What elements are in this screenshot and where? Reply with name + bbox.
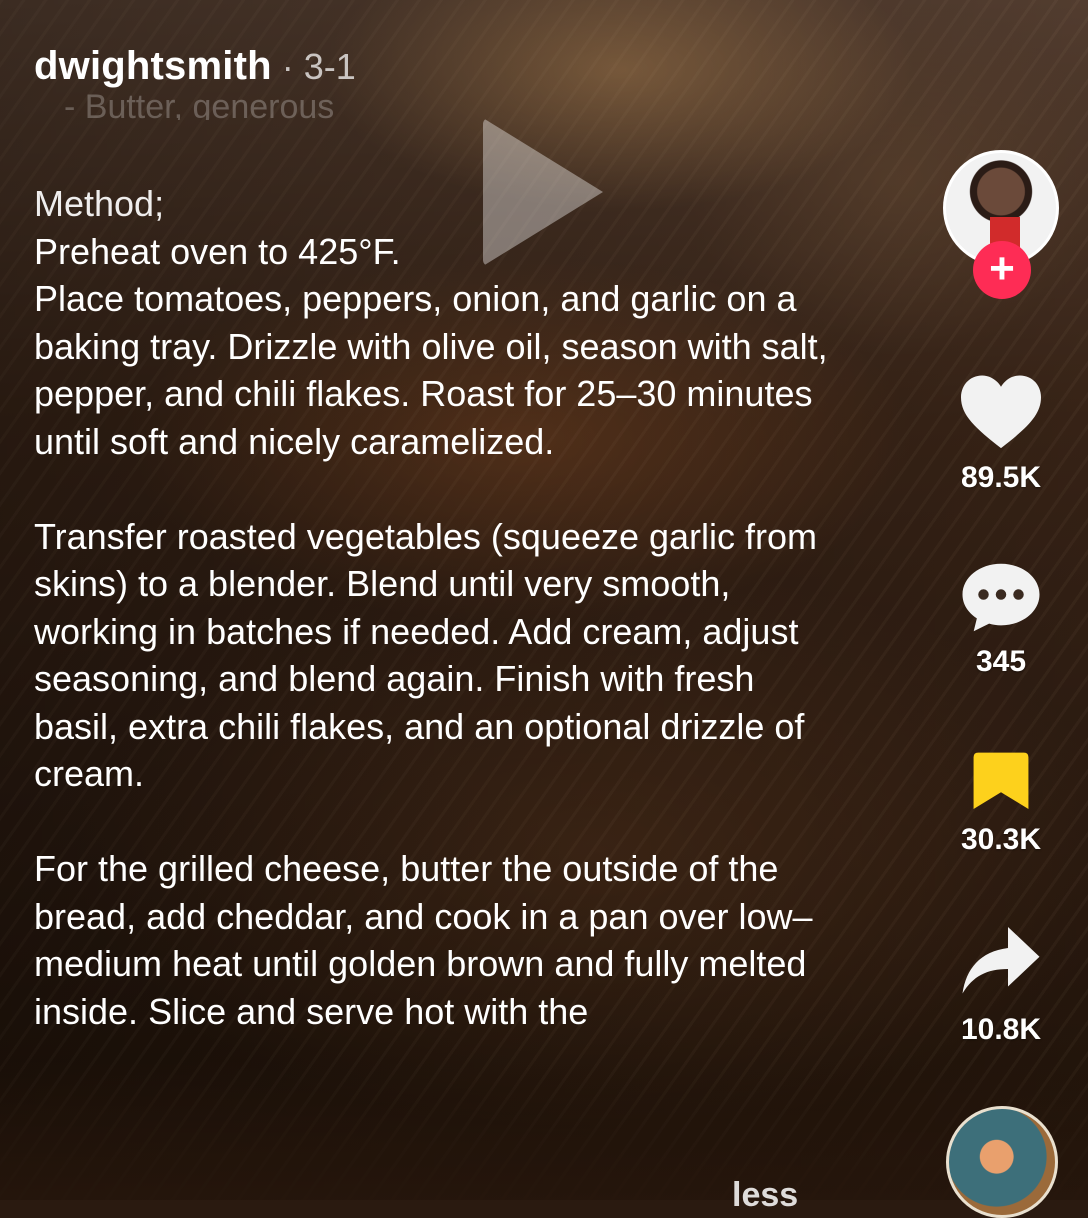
follow-button[interactable]: +: [973, 241, 1031, 299]
like-count: 89.5K: [960, 461, 1042, 494]
caption-step-blend: Transfer roasted vegetables (squeeze gar…: [34, 515, 818, 795]
post-header: dwightsmith · 3-1: [34, 44, 356, 89]
bookmark-icon: [973, 752, 1029, 809]
heart-icon: [961, 375, 1041, 449]
save-button[interactable]: 30.3K: [946, 748, 1056, 857]
comment-button[interactable]: 345: [946, 560, 1056, 679]
sound-disc-avatar[interactable]: [946, 1106, 1058, 1218]
comment-bubble-icon: [962, 563, 1040, 632]
share-button[interactable]: 10.8K: [946, 922, 1056, 1047]
share-arrow-icon: [962, 927, 1040, 994]
post-date: · 3-1: [281, 46, 356, 87]
username-link[interactable]: dwightsmith: [34, 44, 272, 89]
caption-heading: Method;: [34, 183, 165, 224]
save-count: 30.3K: [960, 823, 1042, 856]
caption-step-roast: Place tomatoes, peppers, onion, and garl…: [34, 278, 828, 462]
less-button[interactable]: less: [732, 1176, 798, 1215]
share-count: 10.8K: [960, 1013, 1042, 1046]
caption-step-grilled-cheese: For the grilled cheese, butter the outsi…: [34, 848, 813, 1032]
caption-scrolled-line: - Butter, generous: [64, 88, 335, 120]
like-button[interactable]: 89.5K: [946, 370, 1056, 495]
caption-text[interactable]: Method; Preheat oven to 425°F. Place tom…: [34, 180, 834, 1035]
caption-step-preheat: Preheat oven to 425°F.: [34, 230, 401, 272]
comment-count: 345: [975, 645, 1027, 678]
